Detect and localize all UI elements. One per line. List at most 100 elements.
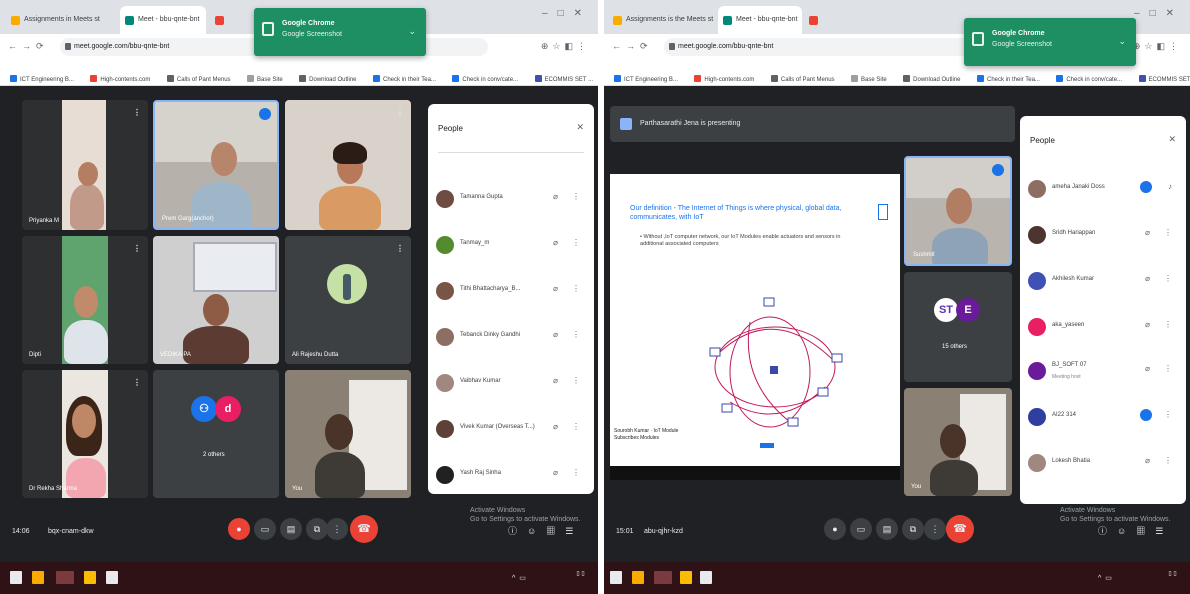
- participant-tile-self[interactable]: You: [904, 388, 1012, 496]
- tab-assignments[interactable]: Assignments in Meets st: [6, 6, 116, 34]
- more-options-icon[interactable]: ⋮: [572, 192, 580, 201]
- chrome-notification[interactable]: Google Chrome Google Screenshot ⌄: [964, 18, 1136, 66]
- more-options-icon[interactable]: ⋮: [1164, 228, 1172, 237]
- bookmark-item[interactable]: Check in conv/cate...: [1056, 75, 1122, 83]
- bookmark-item[interactable]: Base Site: [247, 75, 283, 83]
- participant-tile[interactable]: ⋮: [285, 100, 411, 230]
- participant-list-item[interactable]: Tithi Bhattacharya_B... ⌀ ⋮: [428, 272, 594, 312]
- participant-list-item[interactable]: AI22 314 ⋮: [1020, 398, 1186, 438]
- leave-call-button[interactable]: ☎: [350, 515, 378, 543]
- chrome-notification[interactable]: Google Chrome Google Screenshot ⌄: [254, 8, 426, 56]
- participant-list-item[interactable]: Lokesh Bhatia ⌀ ⋮: [1020, 444, 1186, 484]
- bookmark-item[interactable]: ICT Engineering B...: [10, 75, 74, 83]
- tab-third[interactable]: [804, 6, 834, 34]
- more-options-icon[interactable]: ⋮: [133, 244, 141, 253]
- system-tray-icons[interactable]: ^▭: [512, 574, 530, 582]
- file-explorer-icon[interactable]: [632, 571, 644, 584]
- bookmark-item[interactable]: High-contents.com: [90, 75, 150, 83]
- bookmark-item[interactable]: ECOMMIS SET ...: [534, 75, 593, 83]
- start-icon[interactable]: [10, 571, 22, 584]
- participant-list-item[interactable]: Tebanck Dinky Gandhi ⌀ ⋮: [428, 318, 594, 358]
- camera-button[interactable]: ▭: [850, 518, 872, 540]
- slide-nav-indicator[interactable]: [760, 443, 774, 448]
- notification-more-icon[interactable]: ⌄: [1118, 36, 1126, 47]
- mic-off-button[interactable]: ●: [228, 518, 250, 540]
- participant-tile[interactable]: VEDIKA PA: [153, 236, 279, 364]
- leave-call-button[interactable]: ☎: [946, 515, 974, 543]
- tab-meet[interactable]: Meet - bbu-qnte-bnt: [718, 6, 802, 34]
- notification-more-icon[interactable]: ⌄: [408, 26, 416, 37]
- participant-tile[interactable]: Prem Garg(anchor): [153, 100, 279, 230]
- file-explorer-icon[interactable]: [32, 571, 44, 584]
- captions-button[interactable]: ▤: [280, 518, 302, 540]
- more-options-icon[interactable]: ⋮: [1164, 320, 1172, 329]
- system-tray-icons[interactable]: ^▭: [1098, 574, 1116, 582]
- participant-list-item[interactable]: Yash Raj Sinha ⌀ ⋮: [428, 456, 594, 494]
- participant-tile[interactable]: ⋮ Ali Rajeshu Dutta: [285, 236, 411, 364]
- side-panel-icons[interactable]: ⓘ☺▦☰: [1098, 524, 1173, 537]
- app-icon[interactable]: [700, 571, 712, 584]
- more-options-icon[interactable]: ⋮: [396, 108, 404, 117]
- more-options-icon[interactable]: ⋮: [572, 330, 580, 339]
- bookmark-item[interactable]: Calls of Pant Menus: [770, 75, 835, 83]
- present-button[interactable]: ⧉: [902, 518, 924, 540]
- more-options-icon[interactable]: ⋮: [133, 378, 141, 387]
- bookmark-item[interactable]: Download Outline: [299, 75, 357, 83]
- participant-list-item[interactable]: Vivek Kumar (Overseas T...) ⌀ ⋮: [428, 410, 594, 450]
- more-options-icon[interactable]: ⋮: [1164, 410, 1172, 419]
- bookmark-item[interactable]: Check in their Tea...: [976, 75, 1040, 83]
- participant-list-item[interactable]: BJ_SOFT 07 Meeting host ⌀ ⋮: [1020, 352, 1186, 392]
- bookmark-item[interactable]: ICT Engineering B...: [614, 75, 678, 83]
- side-panel-icons[interactable]: ⓘ☺▦☰: [508, 524, 583, 537]
- extension-icons[interactable]: ⊕☆◧⋮: [1133, 41, 1182, 52]
- more-options-icon[interactable]: ⋮: [396, 244, 404, 253]
- bookmark-item[interactable]: High-contents.com: [694, 75, 754, 83]
- tab-assignments[interactable]: Assignments is the Meets st: [608, 6, 716, 34]
- start-icon[interactable]: [610, 571, 622, 584]
- more-options-icon[interactable]: ⋮: [1164, 364, 1172, 373]
- nav-buttons[interactable]: ←→⟳: [8, 41, 49, 52]
- app-icon[interactable]: [654, 571, 672, 584]
- close-icon[interactable]: ✕: [576, 122, 584, 133]
- more-options-icon[interactable]: ⋮: [572, 376, 580, 385]
- camera-button[interactable]: ▭: [254, 518, 276, 540]
- participant-tile[interactable]: Sushmit: [904, 156, 1012, 266]
- participant-list-item[interactable]: Vaibhav Kumar ⌀ ⋮: [428, 364, 594, 404]
- bookmark-item[interactable]: Check in conv/cate...: [452, 75, 518, 83]
- more-options-icon[interactable]: ⋮: [572, 468, 580, 477]
- participant-list-item[interactable]: Sridh Hariappan ⌀ ⋮: [1020, 216, 1186, 256]
- more-options-icon[interactable]: ⋮: [133, 108, 141, 117]
- participant-tile[interactable]: ⋮ Dipti: [22, 236, 148, 364]
- nav-buttons[interactable]: ←→⟳: [612, 41, 653, 52]
- participant-tile-self[interactable]: You: [285, 370, 411, 498]
- extension-icons[interactable]: ⊕☆◧⋮: [541, 41, 590, 52]
- captions-button[interactable]: ▤: [876, 518, 898, 540]
- mic-button[interactable]: ●: [824, 518, 846, 540]
- window-controls[interactable]: –□✕: [1134, 8, 1184, 19]
- more-options-button[interactable]: ⋮: [326, 518, 348, 540]
- more-options-icon[interactable]: ⋮: [572, 238, 580, 247]
- participant-tile[interactable]: ⋮ Priyanka M: [22, 100, 148, 230]
- bookmark-item[interactable]: Calls of Pant Menus: [166, 75, 231, 83]
- mic-icon[interactable]: ♪: [1168, 182, 1172, 191]
- more-options-icon[interactable]: ⋮: [1164, 274, 1172, 283]
- app-icon[interactable]: [680, 571, 692, 584]
- tab-meet[interactable]: Meet - bbu-qnte-bnt: [120, 6, 206, 34]
- participant-tile[interactable]: ⋮ Dr Rekha Sharma: [22, 370, 148, 498]
- participant-list-item[interactable]: Tamanna Gupta ⌀ ⋮: [428, 180, 594, 220]
- tab-third[interactable]: [210, 6, 242, 34]
- more-options-button[interactable]: ⋮: [924, 518, 946, 540]
- bookmark-item[interactable]: ECOMMIS SET ...: [1138, 75, 1190, 83]
- participant-list-item[interactable]: Akhilesh Kumar ⌀ ⋮: [1020, 262, 1186, 302]
- more-options-icon[interactable]: ⋮: [572, 422, 580, 431]
- app-icon[interactable]: [56, 571, 74, 584]
- app-icon[interactable]: [106, 571, 118, 584]
- more-options-icon[interactable]: ⋮: [1164, 456, 1172, 465]
- participant-list-item[interactable]: aka_yaseen ⌀ ⋮: [1020, 308, 1186, 348]
- window-controls[interactable]: –□✕: [542, 8, 592, 19]
- participant-list-item[interactable]: ameha Janaki Doss ♪: [1020, 170, 1186, 210]
- participant-list-item[interactable]: Tanmay_m ⌀ ⋮: [428, 226, 594, 266]
- app-icon[interactable]: [84, 571, 96, 584]
- bookmark-item[interactable]: Check in their Tea...: [372, 75, 436, 83]
- present-button[interactable]: ⧉: [306, 518, 328, 540]
